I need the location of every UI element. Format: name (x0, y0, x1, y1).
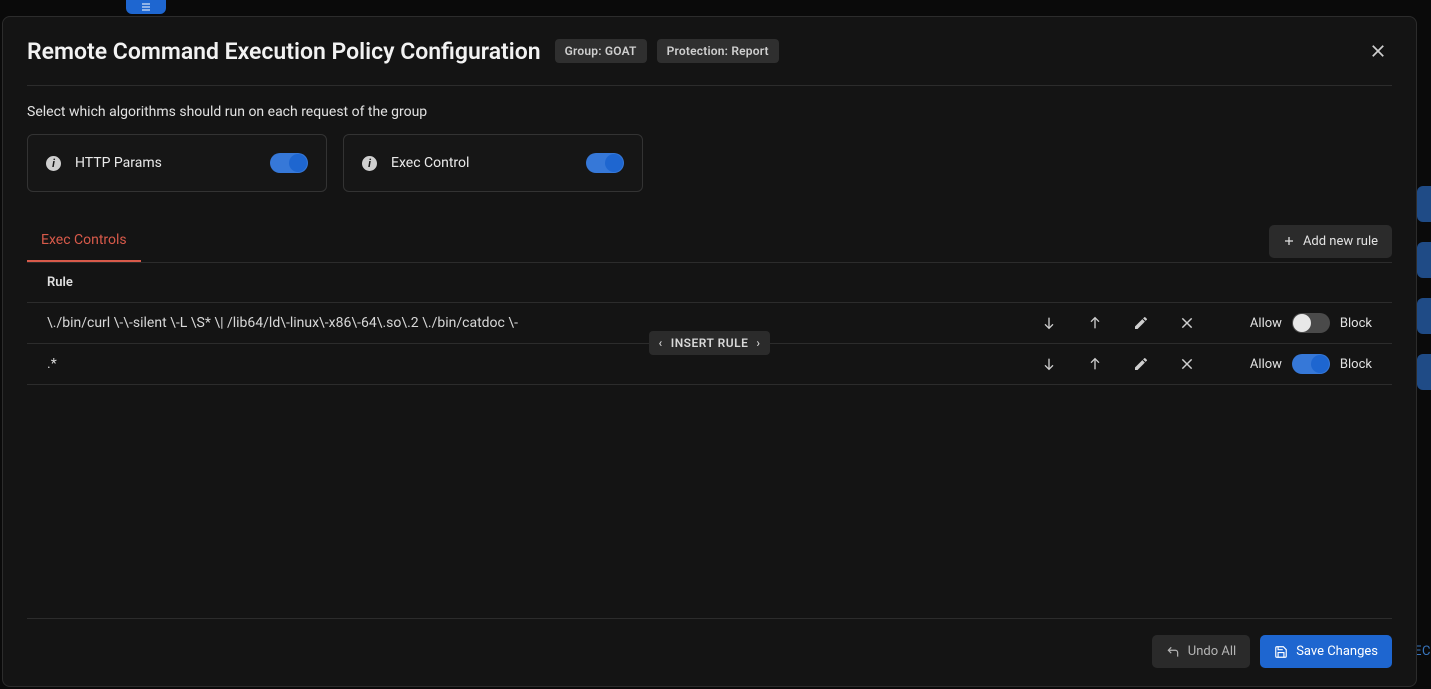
move-up-button[interactable] (1086, 314, 1104, 332)
modal-footer: Undo All Save Changes (3, 619, 1416, 686)
edit-rule-button[interactable] (1132, 355, 1150, 373)
arrow-up-icon (1087, 356, 1103, 372)
x-icon (1179, 315, 1195, 331)
protection-chip: Protection: Report (657, 39, 779, 63)
chevron-left-icon: ‹ (659, 336, 663, 350)
arrow-down-icon (1041, 315, 1057, 331)
rule-block-toggle[interactable] (1292, 354, 1330, 374)
undo-all-label: Undo All (1188, 644, 1236, 659)
rule-row: \./bin/curl \-\-silent \-L \S* \| /lib64… (27, 303, 1392, 344)
block-label: Block (1340, 316, 1372, 331)
move-up-button[interactable] (1086, 355, 1104, 373)
table-empty-area (27, 385, 1392, 619)
modal-header: Remote Command Execution Policy Configur… (27, 17, 1392, 86)
close-button[interactable] (1364, 37, 1392, 65)
policy-config-modal: Remote Command Execution Policy Configur… (2, 16, 1417, 687)
arrow-down-icon (1041, 356, 1057, 372)
algorithm-cards: i HTTP Params i Exec Control (3, 134, 1416, 220)
algo-card-exec-control: i Exec Control (343, 134, 643, 192)
algo-label-exec-control: Exec Control (391, 155, 586, 171)
undo-all-button[interactable]: Undo All (1152, 635, 1250, 668)
edit-rule-button[interactable] (1132, 314, 1150, 332)
pencil-icon (1133, 315, 1149, 331)
algo-label-http-params: HTTP Params (75, 155, 270, 171)
plus-icon (1283, 235, 1295, 247)
rule-block-toggle[interactable] (1292, 313, 1330, 333)
undo-icon (1166, 645, 1180, 659)
pencil-icon (1133, 356, 1149, 372)
rule-column-header: Rule (27, 263, 1392, 303)
tabs-row: Exec Controls Add new rule (27, 220, 1392, 263)
move-down-button[interactable] (1040, 314, 1058, 332)
rule-pattern: .* (47, 356, 1040, 372)
delete-rule-button[interactable] (1178, 314, 1196, 332)
insert-rule-button[interactable]: ‹ INSERT RULE › (649, 331, 771, 355)
insert-rule-label: INSERT RULE (671, 336, 749, 350)
delete-rule-button[interactable] (1178, 355, 1196, 373)
modal-title: Remote Command Execution Policy Configur… (27, 38, 541, 65)
chevron-right-icon: › (756, 336, 760, 350)
allow-label: Allow (1250, 357, 1282, 372)
move-down-button[interactable] (1040, 355, 1058, 373)
algo-card-http-params: i HTTP Params (27, 134, 327, 192)
allow-block-toggle: Allow Block (1250, 313, 1372, 333)
allow-block-toggle: Allow Block (1250, 354, 1372, 374)
toggle-http-params[interactable] (270, 153, 308, 173)
info-icon[interactable]: i (46, 156, 61, 171)
info-icon[interactable]: i (362, 156, 377, 171)
rules-table: Rule \./bin/curl \-\-silent \-L \S* \| /… (27, 263, 1392, 619)
x-icon (1179, 356, 1195, 372)
add-new-rule-button[interactable]: Add new rule (1269, 225, 1392, 258)
save-changes-button[interactable]: Save Changes (1260, 635, 1392, 668)
tab-exec-controls[interactable]: Exec Controls (27, 220, 141, 262)
hamburger-menu-button[interactable] (126, 0, 166, 14)
allow-label: Allow (1250, 316, 1282, 331)
toggle-exec-control[interactable] (586, 153, 624, 173)
group-chip: Group: GOAT (555, 39, 647, 63)
section-description: Select which algorithms should run on ea… (3, 86, 1416, 134)
save-changes-label: Save Changes (1296, 644, 1378, 659)
background-side-stubs (1417, 186, 1431, 390)
arrow-up-icon (1087, 315, 1103, 331)
block-label: Block (1340, 357, 1372, 372)
rule-pattern: \./bin/curl \-\-silent \-L \S* \| /lib64… (47, 315, 1040, 331)
close-icon (1369, 42, 1387, 60)
add-new-rule-label: Add new rule (1303, 234, 1378, 249)
save-icon (1274, 645, 1288, 659)
